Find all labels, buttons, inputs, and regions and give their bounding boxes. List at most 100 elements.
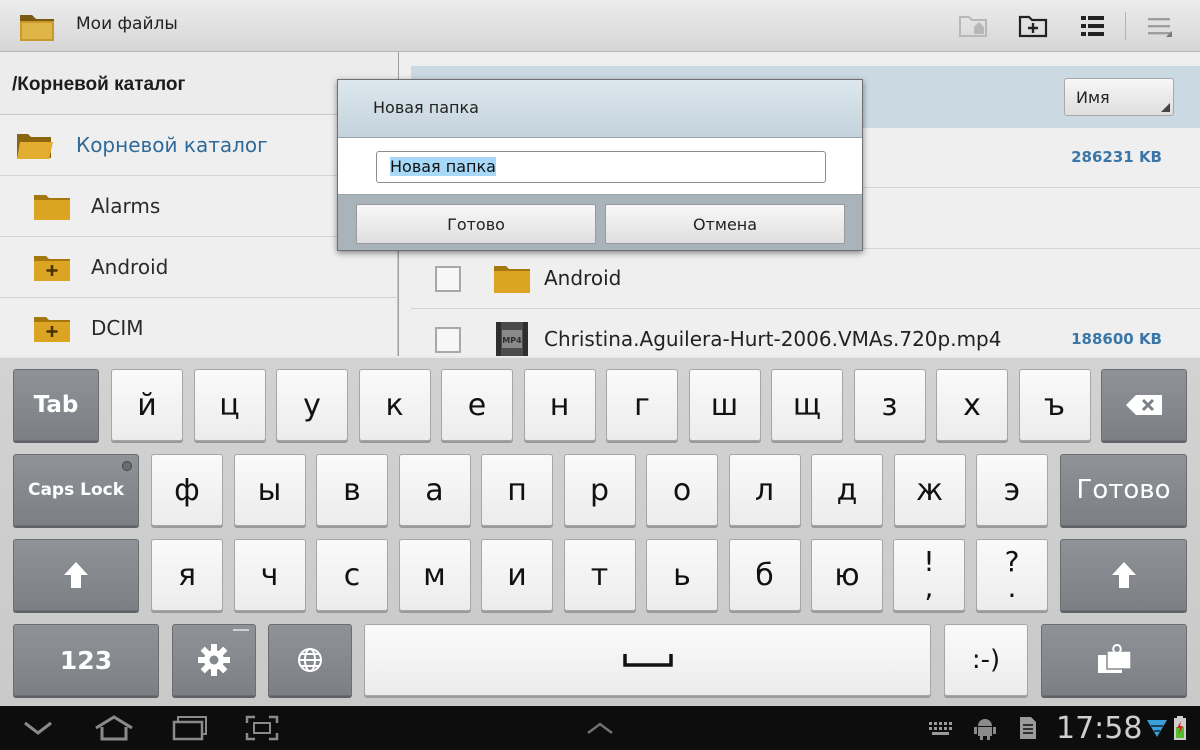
letter-key[interactable]: ч xyxy=(233,539,306,611)
selected-input-text: Новая папка xyxy=(390,157,496,176)
document-icon xyxy=(1020,717,1036,739)
shift-arrow-icon xyxy=(1111,562,1136,588)
key-popup-marker xyxy=(233,629,249,631)
letter-key[interactable]: р xyxy=(563,454,636,526)
question-period-key[interactable]: ? . xyxy=(976,539,1048,611)
home-button[interactable] xyxy=(92,714,136,742)
letter-key[interactable]: т xyxy=(563,539,636,611)
letter-key[interactable]: й xyxy=(111,369,183,441)
battery-status[interactable] xyxy=(1172,714,1188,742)
key-secondary-char: , xyxy=(924,571,934,604)
action-bar-divider xyxy=(1125,12,1126,40)
row-checkbox[interactable] xyxy=(435,266,461,292)
usb-debugging-status[interactable] xyxy=(972,714,998,742)
wifi-status[interactable] xyxy=(1146,714,1168,742)
tree-item-dcim[interactable]: DCIM xyxy=(0,298,398,359)
letter-key[interactable]: е xyxy=(441,369,513,441)
home-folder-button[interactable] xyxy=(953,8,993,44)
letter-key[interactable]: ю xyxy=(811,539,883,611)
row-checkbox[interactable] xyxy=(435,327,461,353)
file-name: Android xyxy=(544,266,622,290)
tab-key[interactable]: Tab xyxy=(13,369,99,441)
folder-name-input[interactable]: Новая папка xyxy=(376,151,826,183)
smiley-key[interactable]: :-) xyxy=(944,624,1028,696)
letter-key[interactable]: с xyxy=(316,539,388,611)
battery-charging-icon xyxy=(1174,716,1186,740)
my-files-app-icon xyxy=(18,10,56,44)
letter-key[interactable]: ь xyxy=(646,539,718,611)
screen-capture-icon xyxy=(245,715,279,741)
mini-apps-tray-button[interactable] xyxy=(582,714,618,742)
dialog-cancel-button[interactable]: Отмена xyxy=(605,204,845,244)
letter-key[interactable]: г xyxy=(606,369,678,441)
on-screen-keyboard: Tab йцукенгшщзхъ Caps Lock фывапролджэ Г… xyxy=(0,356,1200,706)
file-size: 188600 KB xyxy=(1071,330,1162,348)
new-folder-icon xyxy=(1018,15,1048,38)
letter-key[interactable]: и xyxy=(481,539,553,611)
letter-key[interactable]: н xyxy=(523,369,596,441)
letter-key[interactable]: п xyxy=(481,454,553,526)
notification-document[interactable] xyxy=(1014,714,1042,742)
folder-icon xyxy=(34,195,70,220)
caps-lock-key[interactable]: Caps Lock xyxy=(13,454,139,526)
letter-key[interactable]: з xyxy=(853,369,926,441)
overflow-menu-button[interactable] xyxy=(1140,8,1180,44)
system-bar: 17:58 xyxy=(0,706,1200,750)
space-key[interactable] xyxy=(364,624,931,696)
letter-key[interactable]: я xyxy=(151,539,223,611)
new-folder-dialog: Новая папка Новая папка Готово Отмена xyxy=(337,79,863,251)
dialog-body: Новая папка xyxy=(338,138,862,195)
dropdown-triangle-icon xyxy=(1161,103,1170,112)
letter-key[interactable]: к xyxy=(358,369,431,441)
letter-key[interactable]: э xyxy=(976,454,1048,526)
letter-key[interactable]: м xyxy=(398,539,471,611)
letter-key[interactable]: л xyxy=(728,454,801,526)
number-mode-key[interactable]: 123 xyxy=(13,624,159,696)
shift-arrow-icon xyxy=(64,562,88,588)
letter-key[interactable]: ц xyxy=(193,369,266,441)
recent-apps-button[interactable] xyxy=(170,714,210,742)
back-button[interactable] xyxy=(20,714,56,742)
globe-icon xyxy=(298,648,322,672)
backspace-key[interactable] xyxy=(1101,369,1187,441)
letter-key[interactable]: ж xyxy=(893,454,966,526)
app-title: Мои файлы xyxy=(76,14,178,34)
menu-icon xyxy=(1148,18,1172,37)
video-file-icon: MP4 xyxy=(496,322,528,356)
file-row-android[interactable]: Android xyxy=(411,249,1200,309)
language-key[interactable] xyxy=(268,624,352,696)
caps-lock-indicator xyxy=(122,461,132,471)
done-key[interactable]: Готово xyxy=(1060,454,1187,526)
recent-apps-icon xyxy=(172,716,207,741)
clipboard-key[interactable] xyxy=(1041,624,1187,696)
letter-key[interactable]: у xyxy=(276,369,348,441)
letter-key[interactable]: д xyxy=(811,454,883,526)
screenshot-button[interactable] xyxy=(244,714,280,742)
sort-dropdown[interactable]: Имя xyxy=(1064,78,1174,116)
letter-key[interactable]: х xyxy=(936,369,1008,441)
settings-key[interactable] xyxy=(172,624,256,696)
shift-key-right[interactable] xyxy=(1060,539,1187,611)
letter-key[interactable]: ш xyxy=(688,369,761,441)
letter-key[interactable]: б xyxy=(728,539,801,611)
letter-key[interactable]: ы xyxy=(233,454,306,526)
expandable-folder-icon xyxy=(34,317,70,342)
keyboard-status[interactable] xyxy=(926,714,956,742)
letter-key[interactable]: ъ xyxy=(1018,369,1091,441)
file-size: 286231 KB xyxy=(1071,148,1162,166)
shift-key-left[interactable] xyxy=(13,539,139,611)
tree-item-label: Android xyxy=(91,255,169,279)
letter-key[interactable]: щ xyxy=(771,369,843,441)
space-bar-icon xyxy=(622,654,673,667)
new-folder-button[interactable] xyxy=(1013,8,1053,44)
folder-icon xyxy=(494,266,530,293)
letter-key[interactable]: а xyxy=(398,454,471,526)
sort-dropdown-value: Имя xyxy=(1076,88,1110,107)
status-clock: 17:58 xyxy=(1056,711,1143,746)
letter-key[interactable]: в xyxy=(316,454,388,526)
letter-key[interactable]: ф xyxy=(151,454,223,526)
dialog-ok-button[interactable]: Готово xyxy=(356,204,596,244)
view-mode-button[interactable] xyxy=(1073,8,1113,44)
letter-key[interactable]: о xyxy=(646,454,718,526)
exclaim-comma-key[interactable]: ! , xyxy=(893,539,965,611)
